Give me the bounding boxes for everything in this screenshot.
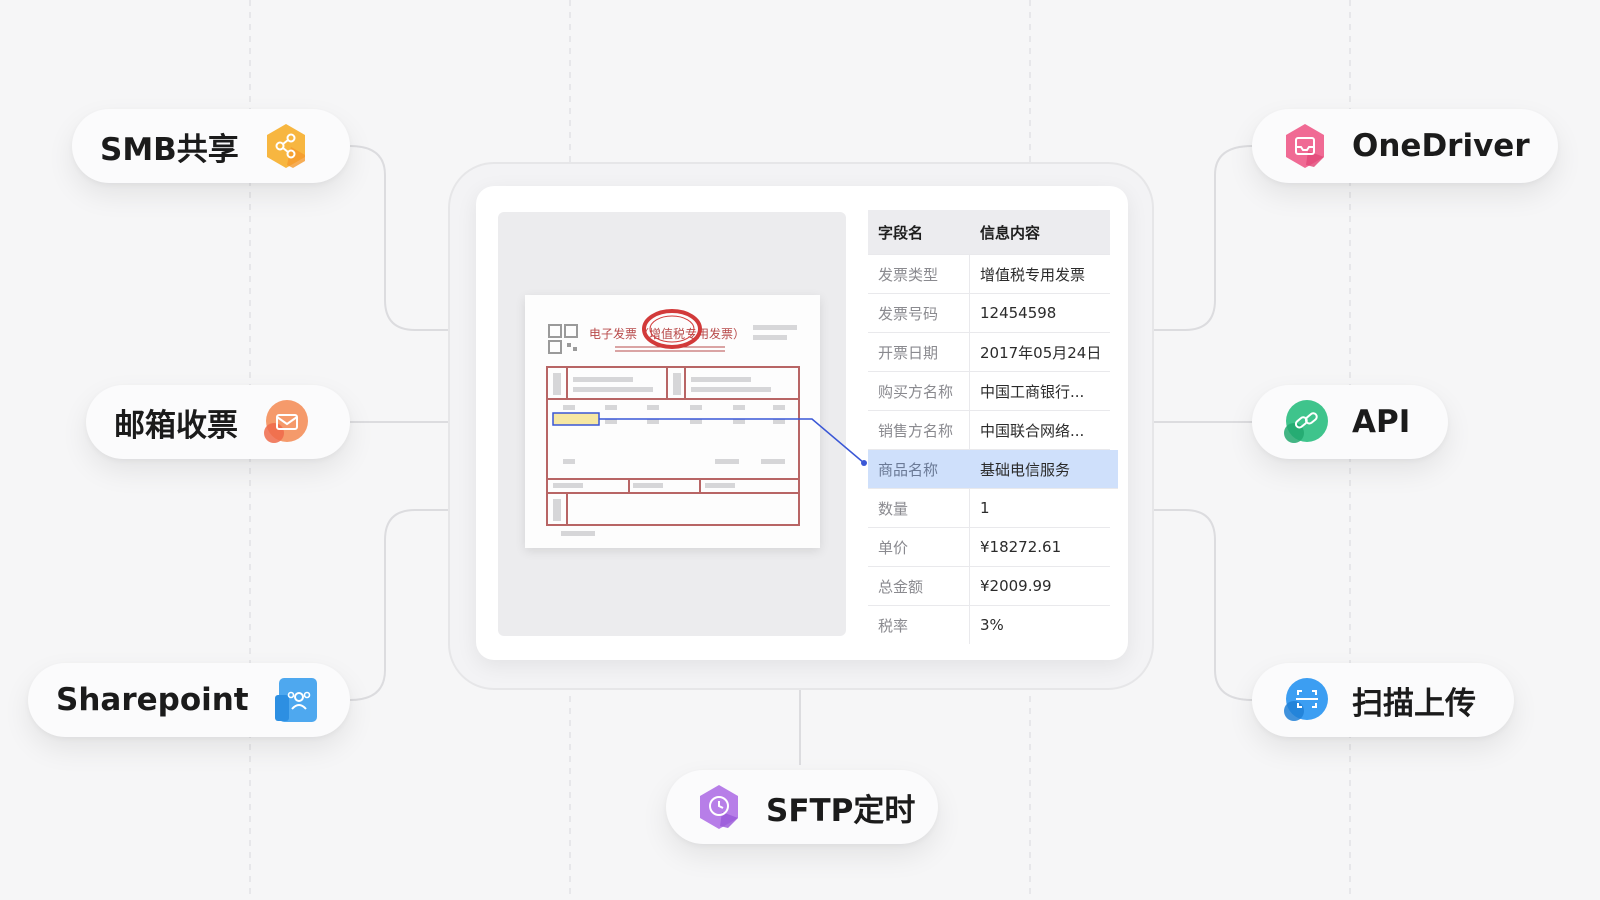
share-icon bbox=[266, 124, 305, 168]
row-value: 增值税专用发票 bbox=[980, 265, 1086, 284]
source-email-button[interactable]: 邮箱收票 bbox=[86, 385, 350, 459]
row-field: 销售方名称 bbox=[868, 411, 970, 449]
link-icon bbox=[1284, 400, 1328, 443]
clock-icon bbox=[700, 785, 738, 829]
extraction-table: 字段名 信息内容 发票类型 增值税专用发票 发票号码 12454598 开票日期 20… bbox=[868, 210, 1118, 644]
row-field: 单价 bbox=[868, 528, 970, 566]
source-email-label: 邮箱收票 bbox=[114, 407, 238, 444]
table-row-selected[interactable]: 商品名称 基础电信服务 bbox=[868, 450, 1118, 489]
row-value: 3% bbox=[980, 616, 1004, 634]
source-smb-label: SMB共享 bbox=[100, 131, 239, 168]
users-icon bbox=[274, 678, 317, 722]
table-header: 字段名 信息内容 bbox=[868, 210, 1110, 255]
row-field: 购买方名称 bbox=[868, 372, 970, 410]
row-field: 商品名称 bbox=[878, 460, 939, 479]
source-api-label: API bbox=[1352, 404, 1411, 440]
row-field: 总金额 bbox=[868, 567, 970, 605]
invoice-stamp bbox=[642, 309, 702, 349]
row-value: 中国工商银行... bbox=[980, 382, 1085, 401]
row-field: 税率 bbox=[868, 606, 970, 644]
header-value: 信息内容 bbox=[980, 223, 1041, 242]
table-row[interactable]: 购买方名称 中国工商银行... bbox=[868, 372, 1110, 411]
row-value: ¥2009.99 bbox=[980, 577, 1052, 595]
row-field: 数量 bbox=[868, 489, 970, 527]
source-scan-label: 扫描上传 bbox=[1352, 685, 1476, 722]
row-value: 2017年05月24日 bbox=[980, 343, 1102, 362]
source-scan-button[interactable]: 扫描上传 bbox=[1252, 663, 1514, 737]
source-sharepoint-label: Sharepoint bbox=[56, 682, 249, 718]
table-row[interactable]: 发票号码 12454598 bbox=[868, 294, 1110, 333]
row-value: 12454598 bbox=[980, 304, 1057, 322]
table-row[interactable]: 税率 3% bbox=[868, 606, 1110, 644]
source-smb-button[interactable]: SMB共享 bbox=[72, 109, 350, 183]
table-row[interactable]: 发票类型 增值税专用发票 bbox=[868, 255, 1110, 294]
source-onedriver-button[interactable]: OneDriver bbox=[1252, 109, 1558, 183]
source-onedriver-label: OneDriver bbox=[1352, 128, 1530, 164]
envelope-icon bbox=[264, 400, 308, 443]
row-value: ¥18272.61 bbox=[980, 538, 1062, 556]
invoice-thumbnail: 电子发票（增值税专用发票） bbox=[525, 295, 820, 548]
table-row[interactable]: 销售方名称 中国联合网络... bbox=[868, 411, 1110, 450]
row-value: 1 bbox=[980, 499, 990, 517]
source-api-button[interactable]: API bbox=[1252, 385, 1448, 459]
row-field: 发票类型 bbox=[868, 255, 970, 293]
table-row[interactable]: 单价 ¥18272.61 bbox=[868, 528, 1110, 567]
source-sharepoint-button[interactable]: Sharepoint bbox=[28, 663, 350, 737]
row-field: 发票号码 bbox=[868, 294, 970, 332]
inbox-icon bbox=[1286, 124, 1324, 168]
table-row[interactable]: 总金额 ¥2009.99 bbox=[868, 567, 1110, 606]
row-field: 开票日期 bbox=[868, 333, 970, 371]
header-field: 字段名 bbox=[878, 223, 924, 242]
row-value: 中国联合网络... bbox=[980, 421, 1085, 440]
table-row[interactable]: 开票日期 2017年05月24日 bbox=[868, 333, 1110, 372]
source-sftp-label: SFTP定时 bbox=[766, 792, 916, 829]
table-row[interactable]: 数量 1 bbox=[868, 489, 1110, 528]
row-value: 基础电信服务 bbox=[980, 460, 1071, 479]
source-sftp-button[interactable]: SFTP定时 bbox=[666, 770, 938, 844]
scan-icon bbox=[1284, 678, 1328, 721]
